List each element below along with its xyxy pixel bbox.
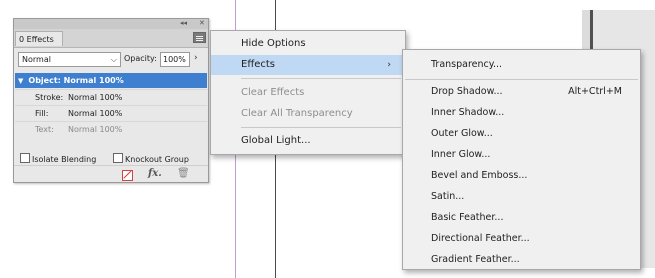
isolate-blending-label: Isolate Blending — [32, 155, 97, 164]
stroke-row[interactable]: Stroke: Normal 100% — [15, 89, 207, 104]
shortcut-label: Alt+Ctrl+M — [568, 86, 622, 97]
collapse-icon[interactable]: ◂◂ — [180, 19, 187, 27]
menu-separator — [405, 79, 638, 80]
text-row[interactable]: Text: Normal 100% — [15, 121, 207, 136]
knockout-group-checkbox[interactable]: Knockout Group — [113, 153, 189, 165]
panel-tab-row: 0 Effects — [14, 29, 208, 48]
effects-panel: ◂◂ ✕ 0 Effects Normal ⌵ Opacity: 100% › … — [13, 18, 209, 183]
row-key: Stroke: — [35, 93, 64, 102]
opacity-label: Opacity: — [124, 54, 157, 63]
tab-effects[interactable]: 0 Effects — [15, 31, 63, 46]
close-icon[interactable]: ✕ — [199, 19, 205, 27]
chevron-right-icon: › — [387, 60, 391, 70]
clear-effects-icon[interactable] — [122, 170, 133, 181]
fx-icon[interactable]: fx. — [148, 168, 162, 179]
menu-item-hide-options[interactable]: Hide Options — [211, 34, 405, 54]
chevron-down-icon: ⌵ — [110, 55, 117, 64]
fill-row[interactable]: Fill: Normal 100% — [15, 105, 207, 120]
menu-separator — [241, 78, 401, 79]
menu-item-effects-label: Effects — [241, 59, 275, 70]
blend-mode-value: Normal — [22, 55, 51, 64]
panel-bottom-bar: fx. 🗑 — [14, 165, 208, 182]
menu-item-directional-feather[interactable]: Directional Feather... — [403, 229, 640, 249]
menu-item-clear-all-transparency[interactable]: Clear All Transparency — [211, 104, 405, 124]
row-value: Normal 100% — [68, 109, 123, 118]
menu-item-gradient-feather[interactable]: Gradient Feather... — [403, 250, 640, 270]
opacity-input[interactable]: 100% — [160, 52, 190, 67]
menu-item-outer-glow[interactable]: Outer Glow... — [403, 124, 640, 144]
checkbox-box[interactable] — [20, 153, 30, 163]
menu-item-clear-effects[interactable]: Clear Effects — [211, 83, 405, 103]
row-key: Fill: — [35, 109, 49, 118]
object-row-label: Object: Normal 100% — [28, 76, 124, 85]
menu-item-drop-shadow-label: Drop Shadow... — [431, 86, 503, 97]
panel-titlebar[interactable]: ◂◂ ✕ — [14, 19, 208, 29]
triangle-down-icon[interactable]: ▼ — [18, 77, 23, 85]
row-value: Normal 100% — [68, 125, 123, 134]
trash-icon[interactable]: 🗑 — [177, 168, 190, 179]
menu-item-global-light[interactable]: Global Light... — [211, 131, 405, 151]
isolate-blending-checkbox[interactable]: Isolate Blending — [20, 153, 96, 165]
menu-item-inner-shadow[interactable]: Inner Shadow... — [403, 103, 640, 123]
menu-item-basic-feather[interactable]: Basic Feather... — [403, 208, 640, 228]
knockout-group-label: Knockout Group — [125, 155, 189, 164]
menu-item-satin[interactable]: Satin... — [403, 187, 640, 207]
menu-item-inner-glow[interactable]: Inner Glow... — [403, 145, 640, 165]
object-row[interactable]: ▼ Object: Normal 100% — [15, 73, 207, 88]
checkbox-box[interactable] — [113, 153, 123, 163]
panel-options-menu: Hide Options Effects › Clear Effects Cle… — [210, 30, 406, 155]
menu-item-bevel-emboss[interactable]: Bevel and Emboss... — [403, 166, 640, 186]
menu-item-drop-shadow[interactable]: Drop Shadow... Alt+Ctrl+M — [403, 82, 640, 102]
menu-item-transparency[interactable]: Transparency... — [403, 55, 640, 75]
row-value: Normal 100% — [68, 93, 123, 102]
effects-submenu: Transparency... Drop Shadow... Alt+Ctrl+… — [402, 49, 641, 270]
menu-item-effects[interactable]: Effects › — [211, 55, 405, 75]
panel-menu-button[interactable] — [193, 32, 206, 43]
row-key: Text: — [35, 125, 54, 134]
menu-separator — [241, 127, 401, 128]
blend-mode-select[interactable]: Normal ⌵ — [18, 52, 121, 67]
opacity-slider-arrow-icon[interactable]: › — [194, 53, 198, 63]
